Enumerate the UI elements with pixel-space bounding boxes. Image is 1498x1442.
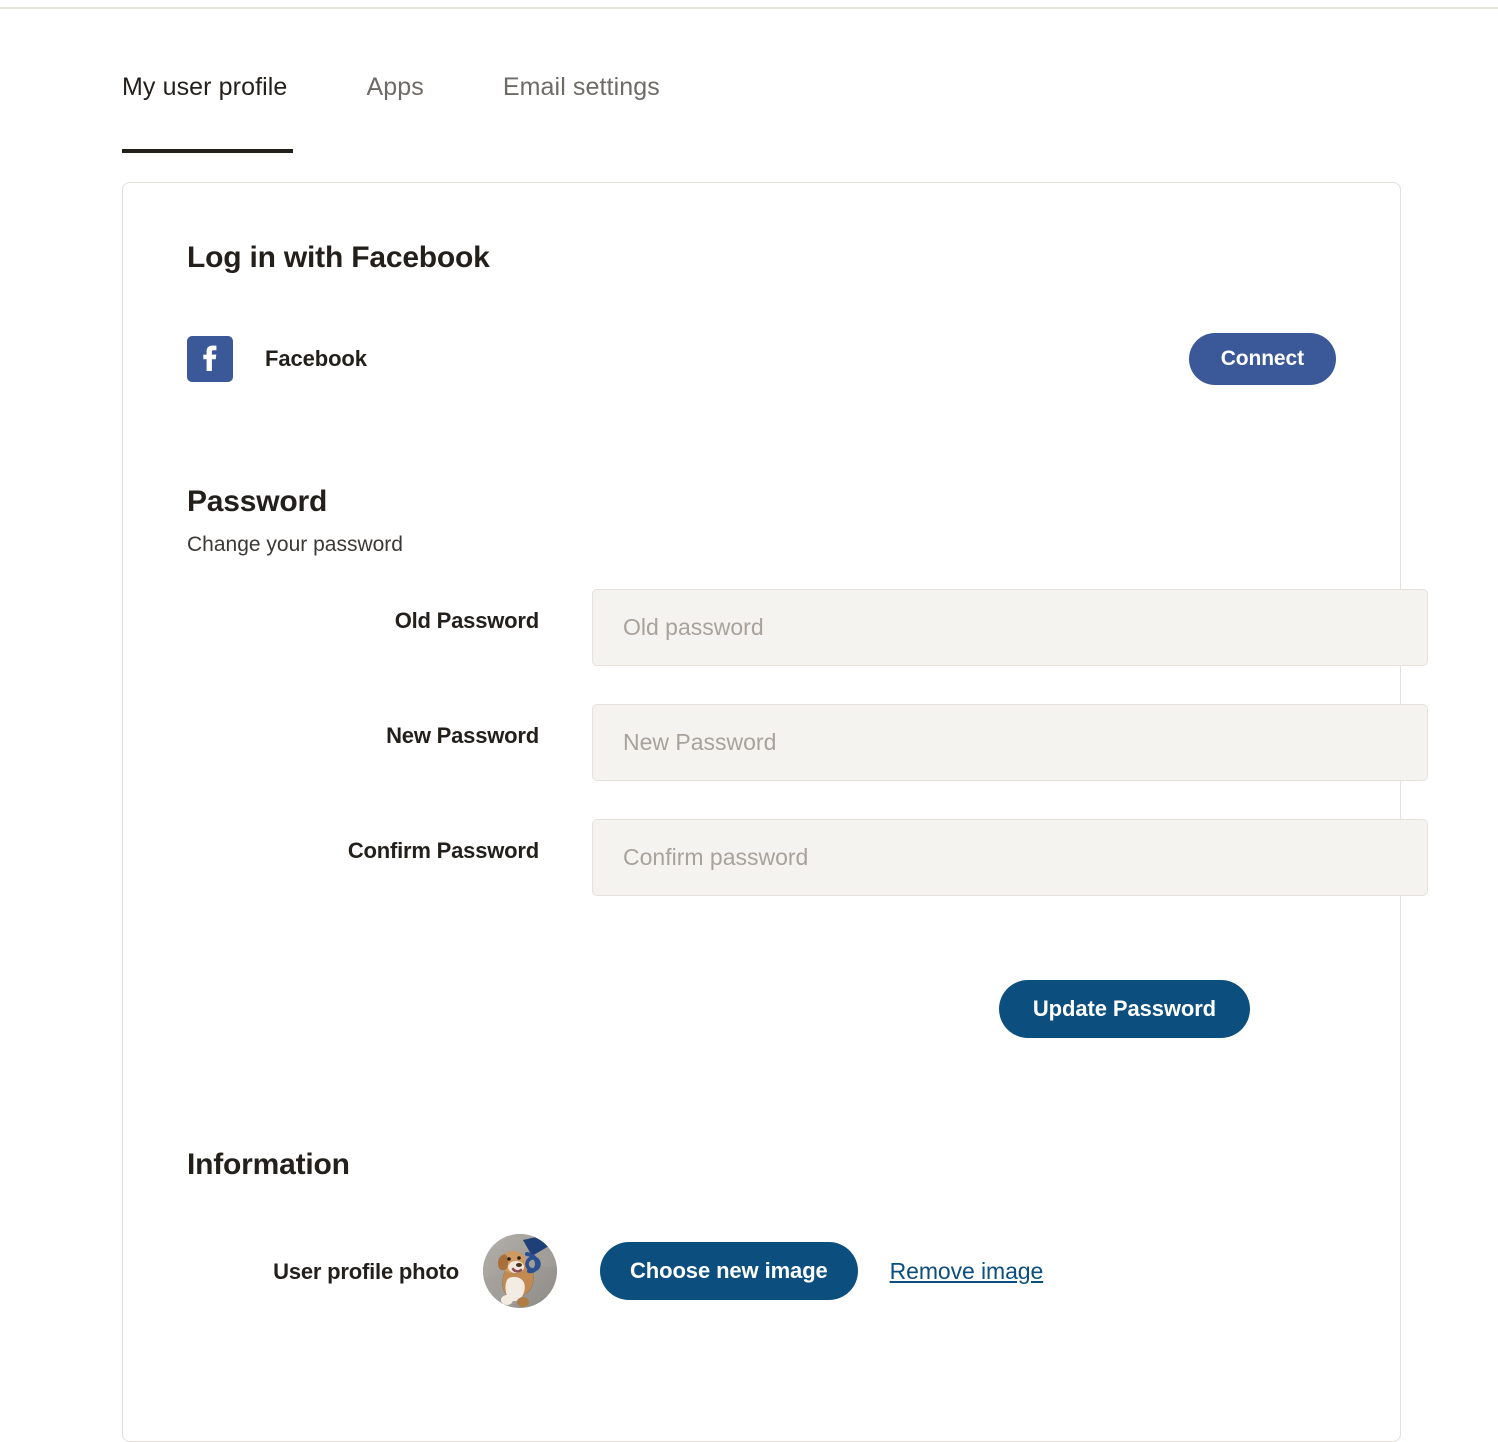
profile-settings-card: Log in with Facebook Facebook Connect Pa… bbox=[122, 182, 1428, 1442]
confirm-password-control bbox=[539, 819, 1428, 896]
old-password-input[interactable] bbox=[592, 589, 1428, 666]
confirm-password-input[interactable] bbox=[592, 819, 1428, 896]
remove-image-link[interactable]: Remove image bbox=[890, 1258, 1044, 1285]
facebook-connect-button[interactable]: Connect bbox=[1188, 333, 1336, 385]
top-divider bbox=[0, 7, 1498, 9]
new-password-input[interactable] bbox=[592, 704, 1428, 781]
user-profile-photo-row: User profile photo Choose new image Remo… bbox=[187, 1234, 1336, 1308]
facebook-section-heading: Log in with Facebook bbox=[187, 241, 490, 274]
update-password-button[interactable]: Update Password bbox=[998, 980, 1250, 1038]
old-password-label: Old Password bbox=[394, 608, 540, 633]
information-section: Information User profile photo Choose ne… bbox=[187, 1146, 1336, 1308]
password-section-subheading: Change your password bbox=[187, 533, 403, 556]
user-profile-photo-label: User profile photo bbox=[273, 1258, 459, 1284]
old-password-control bbox=[539, 589, 1428, 666]
new-password-label: New Password bbox=[386, 723, 539, 748]
facebook-icon bbox=[187, 336, 233, 382]
profile-tabs: My user profile Apps Email settings bbox=[122, 70, 660, 153]
password-section: Password Change your password Old Passwo… bbox=[187, 483, 1428, 1038]
avatar bbox=[483, 1234, 557, 1308]
facebook-provider-label: Facebook bbox=[265, 346, 367, 371]
facebook-provider-row: Facebook Connect bbox=[187, 333, 1336, 385]
tab-apps[interactable]: Apps bbox=[366, 70, 423, 104]
information-section-heading: Information bbox=[187, 1148, 350, 1181]
password-section-heading: Password bbox=[187, 485, 328, 518]
user-profile-photo-controls: Choose new image Remove image bbox=[483, 1234, 1043, 1308]
old-password-row: Old Password bbox=[187, 589, 1428, 666]
new-password-row: New Password bbox=[187, 704, 1428, 781]
confirm-password-row: Confirm Password bbox=[187, 819, 1428, 896]
password-actions-row: Update Password bbox=[187, 980, 1336, 1038]
choose-new-image-button[interactable]: Choose new image bbox=[600, 1242, 858, 1300]
confirm-password-label: Confirm Password bbox=[347, 838, 539, 863]
new-password-control bbox=[539, 704, 1428, 781]
tab-my-user-profile[interactable]: My user profile bbox=[122, 70, 294, 153]
tab-email-settings[interactable]: Email settings bbox=[503, 70, 660, 104]
